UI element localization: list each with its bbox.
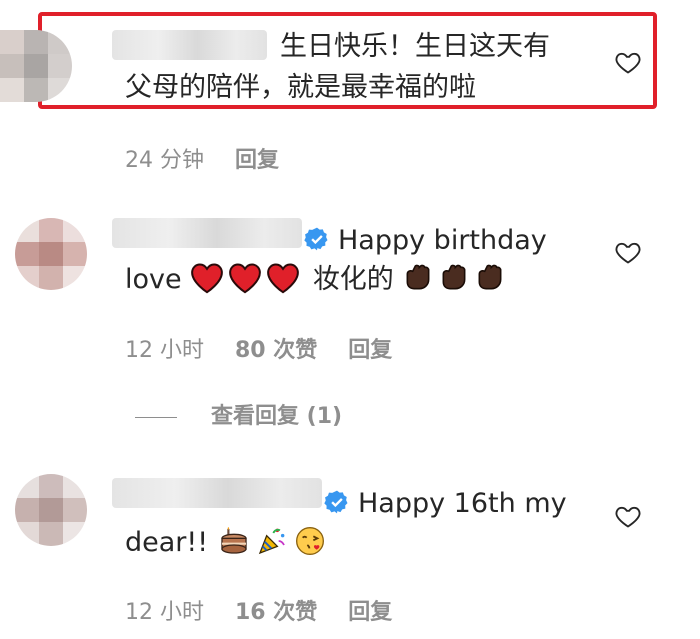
avatar[interactable] — [0, 30, 72, 102]
reply-button[interactable]: 回复 — [348, 600, 392, 625]
comment-text-mid: 妆化的 — [312, 264, 394, 295]
raised-back-of-hand-icon — [406, 264, 430, 290]
verified-badge-icon — [304, 224, 330, 264]
comment-meta: 12 小时 16 次赞 回复 — [125, 594, 416, 626]
like-heart-icon[interactable] — [614, 238, 644, 268]
view-replies-label[interactable]: 查看回复 (1) — [211, 404, 342, 429]
comment-text: Happy 16th my — [358, 488, 567, 519]
username-blurred[interactable] — [112, 478, 322, 508]
comment-time: 12 小时 — [125, 600, 204, 625]
comment-text-line2: dear!! — [125, 523, 331, 563]
comment-text-line1: Happy 16th my — [324, 484, 567, 527]
red-heart-icon — [267, 263, 300, 294]
like-heart-icon[interactable] — [614, 502, 644, 532]
likes-count[interactable]: 16 次赞 — [235, 600, 317, 625]
comment-meta: 12 小时 80 次赞 回复 — [125, 332, 416, 364]
view-replies-button[interactable]: 查看回复 (1) — [135, 398, 342, 430]
face-blowing-kiss-icon — [295, 527, 324, 555]
comment-time: 24 分钟 — [125, 148, 204, 173]
like-heart-icon[interactable] — [614, 48, 644, 78]
comment-text-line1: Happy birthday — [304, 221, 547, 264]
avatar[interactable] — [15, 218, 87, 290]
divider-line — [135, 416, 177, 418]
red-heart-icon — [191, 263, 224, 294]
comment-meta: 24 分钟 回复 — [125, 142, 303, 174]
red-heart-icon — [229, 263, 262, 294]
comment-time: 12 小时 — [125, 338, 204, 363]
username-blurred[interactable] — [112, 218, 302, 248]
birthday-cake-icon — [220, 527, 247, 554]
raised-back-of-hand-icon — [478, 264, 502, 290]
comment-text-line2: love 妆化的 — [125, 260, 510, 300]
reply-button[interactable]: 回复 — [348, 338, 392, 363]
comment-text-prefix: dear!! — [125, 527, 209, 558]
comment-text-line1: 生日快乐！生日这天有 — [280, 31, 550, 62]
likes-count[interactable]: 80 次赞 — [235, 338, 317, 363]
party-popper-icon — [258, 528, 285, 555]
comment-text: Happy birthday — [338, 225, 547, 256]
reply-button[interactable]: 回复 — [235, 148, 279, 173]
raised-back-of-hand-icon — [442, 264, 466, 290]
avatar[interactable] — [15, 474, 87, 546]
comment-text-prefix: love — [125, 264, 182, 295]
username-blurred[interactable] — [112, 30, 267, 60]
verified-badge-icon — [324, 487, 350, 527]
comment-text-line2: 父母的陪伴，就是最幸福的啦 — [125, 72, 476, 103]
